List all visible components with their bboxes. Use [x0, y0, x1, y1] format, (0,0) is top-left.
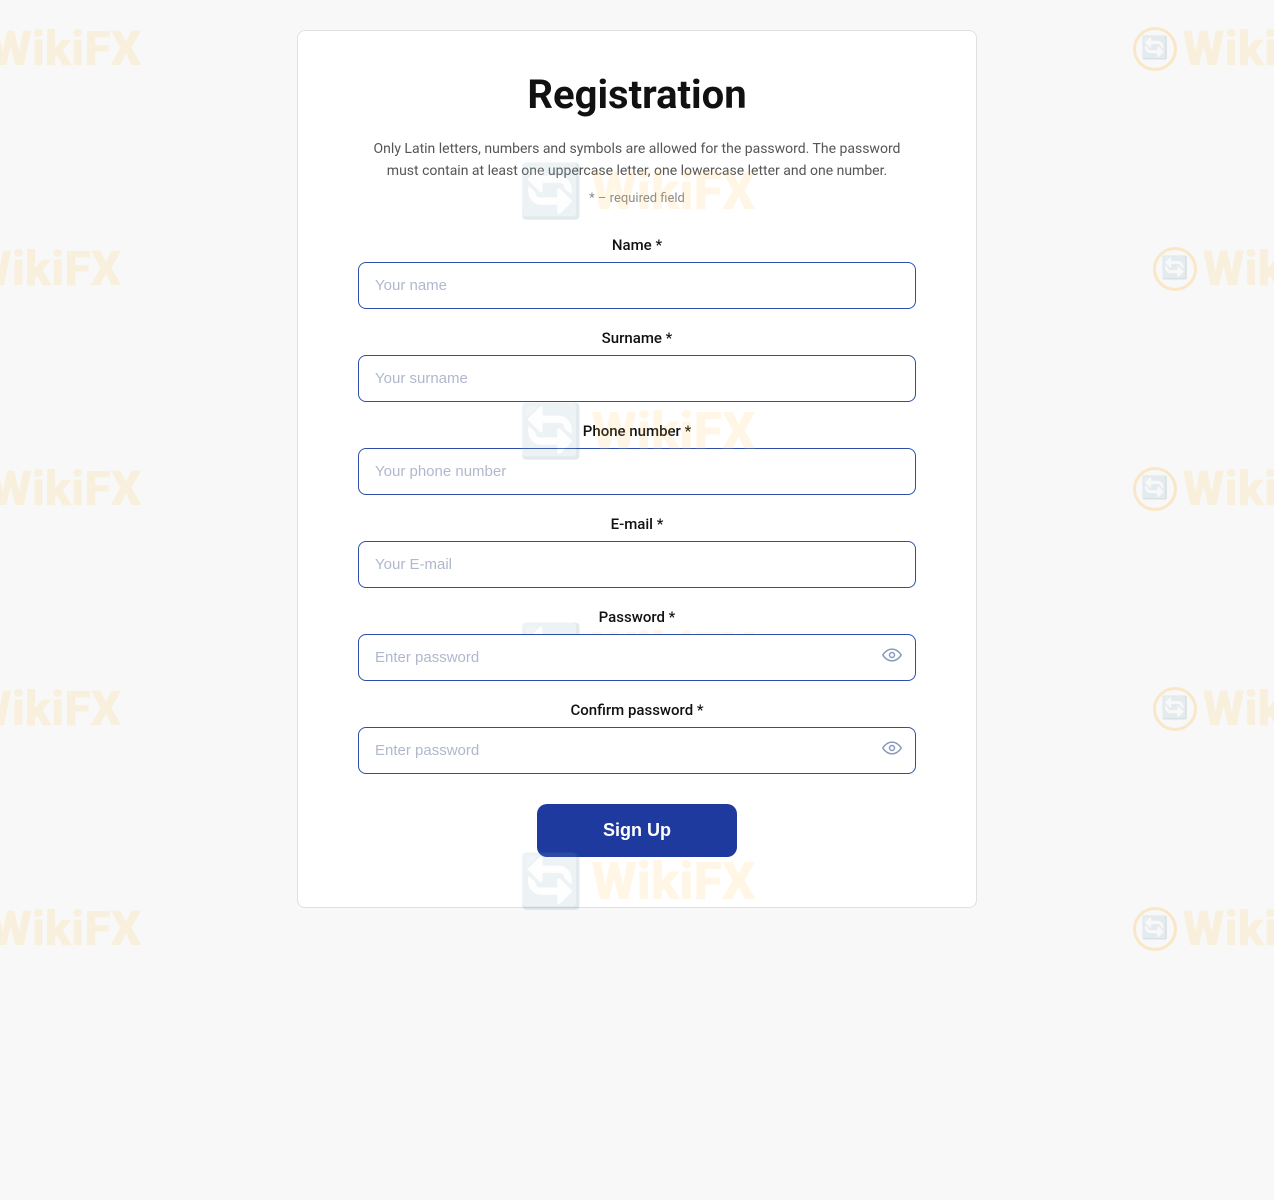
name-input[interactable]: [358, 262, 916, 309]
password-input[interactable]: [358, 634, 916, 681]
password-description: Only Latin letters, numbers and symbols …: [358, 138, 916, 183]
confirm-password-input[interactable]: [358, 727, 916, 774]
email-input[interactable]: [358, 541, 916, 588]
password-toggle-icon[interactable]: [882, 645, 902, 669]
email-group: E-mail *: [358, 515, 916, 588]
registration-card: 🔄 WikiFX 🔄 WikiFX 🔄 WikiFX 🔄 WikiFX Regi…: [297, 30, 977, 908]
confirm-password-toggle-icon[interactable]: [882, 738, 902, 762]
password-group: Password *: [358, 608, 916, 681]
phone-input[interactable]: [358, 448, 916, 495]
required-note: * – required field: [358, 191, 916, 206]
confirm-password-group: Confirm password *: [358, 701, 916, 774]
surname-input[interactable]: [358, 355, 916, 402]
email-label: E-mail *: [358, 515, 916, 533]
surname-label: Surname *: [358, 329, 916, 347]
confirm-password-input-wrapper: [358, 727, 916, 774]
phone-label: Phone number *: [358, 422, 916, 440]
confirm-password-label: Confirm password *: [358, 701, 916, 719]
signup-button[interactable]: Sign Up: [537, 804, 737, 857]
page-wrapper: 🔄 WikiFX 🔄 WikiFX 🔄 WikiFX 🔄 WikiFX Regi…: [0, 0, 1274, 968]
phone-group: Phone number *: [358, 422, 916, 495]
registration-form: Name * Surname * Phone number * E-mail *…: [358, 236, 916, 857]
password-label: Password *: [358, 608, 916, 626]
name-group: Name *: [358, 236, 916, 309]
center-watermark: 🔄 WikiFX: [519, 851, 756, 912]
name-label: Name *: [358, 236, 916, 254]
password-input-wrapper: [358, 634, 916, 681]
surname-group: Surname *: [358, 329, 916, 402]
page-title: Registration: [358, 71, 916, 118]
